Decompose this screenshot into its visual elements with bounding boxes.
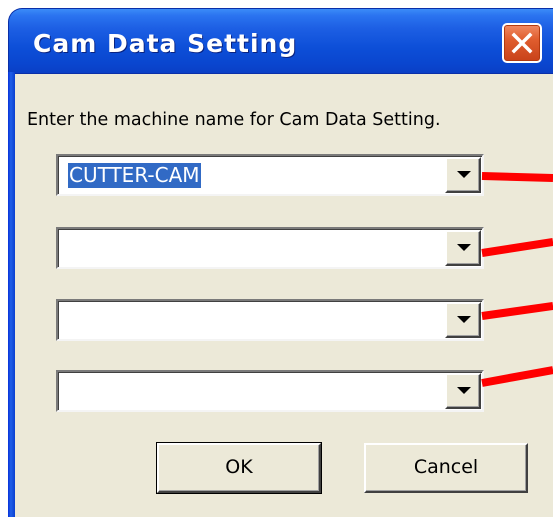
annotation-line-1 xyxy=(481,172,553,182)
annotation-line-2 xyxy=(481,238,553,257)
annotation-line-3 xyxy=(481,302,553,320)
annotation-lines xyxy=(481,172,553,387)
annotation-line-4 xyxy=(481,366,553,387)
cam-data-setting-window: Cam Data Setting Enter the machine name … xyxy=(0,0,553,517)
